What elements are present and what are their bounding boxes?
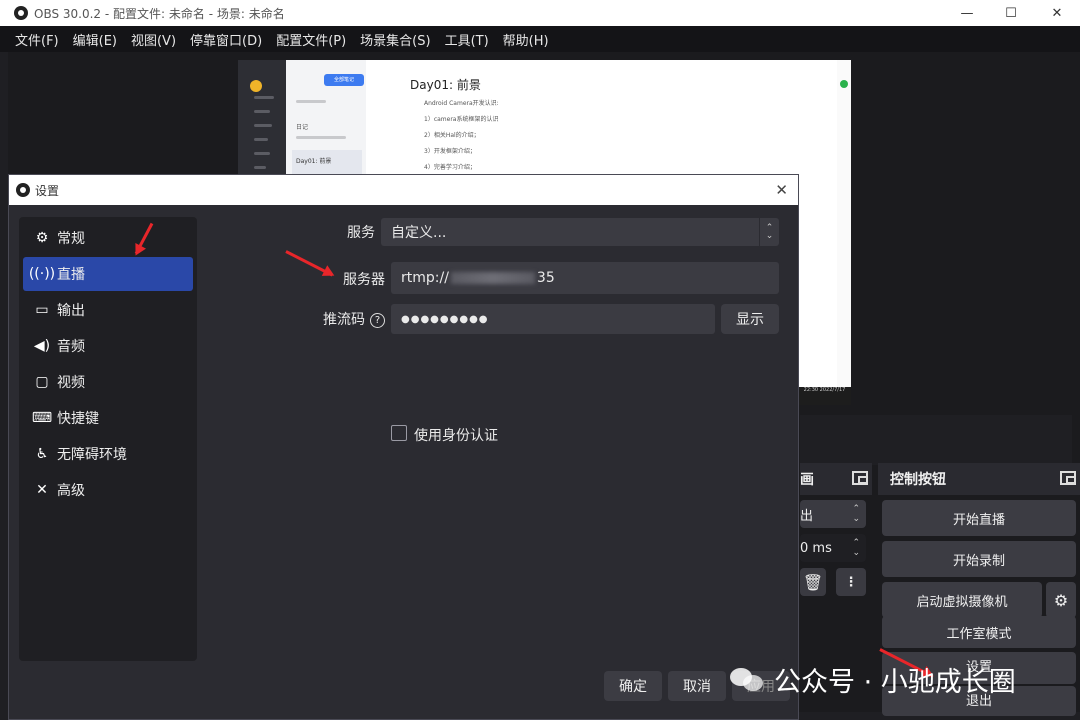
stream-key-input[interactable]: ●●●●●●●●● [391, 304, 715, 334]
settings-dialog: 设置 ✕ ⚙ 常规 ((·)) 直播 ▭ 输出 ◀) 音频 ▢ 视频 ⌨ 快捷键… [8, 174, 799, 720]
menu-scene-collection[interactable]: 场景集合(S) [360, 30, 430, 49]
menu-file[interactable]: 文件(F) [15, 30, 59, 49]
redacted-server-address [450, 272, 535, 284]
preview-tool-strip [837, 60, 851, 405]
close-icon[interactable]: ✕ [775, 181, 788, 199]
ok-button[interactable]: 确定 [604, 671, 662, 701]
menu-profile[interactable]: 配置文件(P) [276, 30, 346, 49]
more-options-icon[interactable]: ⋮ [836, 568, 866, 596]
obs-logo-icon [16, 183, 30, 197]
accessibility-icon: ♿ [35, 446, 49, 462]
controls-panel-title: 控制按钮 [890, 472, 946, 488]
controls-panel-header: 控制按钮 [878, 463, 1080, 495]
service-select[interactable]: 自定义... ⌃ ⌄ [381, 218, 779, 246]
menu-edit[interactable]: 编辑(E) [73, 30, 117, 49]
service-label: 服务 [347, 225, 375, 241]
settings-nav: ⚙ 常规 ((·)) 直播 ▭ 输出 ◀) 音频 ▢ 视频 ⌨ 快捷键 ♿ 无障… [19, 217, 197, 661]
nav-item-hotkeys[interactable]: ⌨ 快捷键 [23, 401, 193, 435]
start-virtual-camera-button[interactable]: 启动虚拟摄像机 [882, 582, 1042, 618]
obs-logo-icon [14, 6, 28, 20]
transition-duration[interactable]: 0 ms ⌃ ⌄ [800, 534, 866, 562]
start-streaming-button[interactable]: 开始直播 [882, 500, 1076, 536]
output-icon: ▭ [35, 302, 49, 318]
window-titlebar: OBS 30.0.2 - 配置文件: 未命名 - 场景: 未命名 — ☐ ✕ [0, 0, 1080, 26]
menu-help[interactable]: 帮助(H) [503, 30, 549, 49]
popout-icon[interactable] [852, 471, 868, 485]
chevron-updown-icon: ⌃ ⌄ [759, 218, 779, 246]
nav-item-video[interactable]: ▢ 视频 [23, 365, 193, 399]
server-label: 服务器 [343, 272, 385, 288]
maximize-button[interactable]: ☐ [988, 0, 1034, 26]
watermark: 公众号 · 小驰成长圈 [730, 660, 1016, 699]
settings-dialog-title: 设置 [35, 183, 60, 198]
dock-area [800, 415, 1072, 465]
auth-checkbox[interactable] [391, 425, 407, 441]
minimize-button[interactable]: — [944, 0, 990, 26]
wechat-icon [730, 666, 766, 694]
settings-dialog-titlebar: 设置 ✕ [9, 175, 798, 205]
stream-key-label: 推流码? [299, 309, 385, 329]
broadcast-icon: ((·)) [28, 266, 56, 282]
nav-item-audio[interactable]: ◀) 音频 [23, 329, 193, 363]
preview-taskbar-clock: 22:30 2022/7/17 [798, 387, 851, 405]
menu-tools[interactable]: 工具(T) [445, 30, 489, 49]
keyboard-icon: ⌨ [31, 410, 53, 426]
nav-item-advanced[interactable]: ✕ 高级 [23, 473, 193, 507]
popout-icon[interactable] [1060, 471, 1076, 485]
menu-docks[interactable]: 停靠窗口(D) [190, 30, 262, 49]
show-stream-key-button[interactable]: 显示 [721, 304, 779, 334]
trash-icon[interactable]: 🗑 [800, 568, 826, 596]
tools-icon: ✕ [36, 482, 48, 498]
nav-item-general[interactable]: ⚙ 常规 [23, 221, 193, 255]
auth-checkbox-label: 使用身份认证 [414, 428, 498, 444]
cancel-button[interactable]: 取消 [668, 671, 726, 701]
start-recording-button[interactable]: 开始录制 [882, 541, 1076, 577]
nav-item-stream[interactable]: ((·)) 直播 [23, 257, 193, 291]
window-title: OBS 30.0.2 - 配置文件: 未命名 - 场景: 未命名 [34, 6, 285, 21]
nav-item-accessibility[interactable]: ♿ 无障碍环境 [23, 437, 193, 471]
preview-note-heading: Day01: 前景 [410, 78, 481, 92]
transition-panel-header: 画 [800, 463, 872, 495]
monitor-icon: ▢ [35, 374, 49, 390]
speaker-icon: ◀) [33, 338, 51, 354]
gear-icon: ⚙ [35, 230, 49, 246]
help-icon[interactable]: ? [370, 312, 385, 328]
transition-select[interactable]: 出 ⌃ ⌄ [800, 500, 866, 528]
menu-view[interactable]: 视图(V) [131, 30, 176, 49]
transition-panel-title: 画 [800, 472, 814, 488]
virtual-camera-settings-gear-icon[interactable]: ⚙ [1046, 582, 1076, 618]
server-input[interactable]: rtmp:// 35 [391, 262, 779, 294]
close-window-button[interactable]: ✕ [1034, 0, 1080, 26]
menu-bar: 文件(F) 编辑(E) 视图(V) 停靠窗口(D) 配置文件(P) 场景集合(S… [0, 26, 1080, 52]
studio-mode-button[interactable]: 工作室模式 [882, 616, 1076, 648]
nav-item-output[interactable]: ▭ 输出 [23, 293, 193, 327]
